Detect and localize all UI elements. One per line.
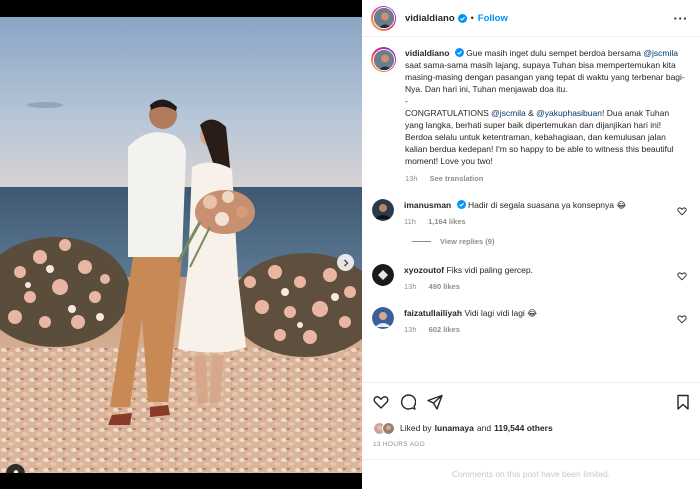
share-icon[interactable] xyxy=(427,394,443,410)
mention-link[interactable]: @jscmila xyxy=(643,48,678,58)
commenter-avatar[interactable] xyxy=(372,307,394,329)
post-details-panel: vidialdiano • Follow ··· vidialdiano Gue… xyxy=(362,0,700,489)
view-replies-button[interactable]: View replies (9) xyxy=(412,237,689,246)
post-photo[interactable] xyxy=(0,17,362,473)
caption-text: CONGRATULATIONS xyxy=(405,108,489,118)
next-photo-button[interactable] xyxy=(337,254,354,271)
wedding-photo xyxy=(0,17,362,473)
view-replies-label: View replies (9) xyxy=(440,237,495,246)
comment-likes[interactable]: 490 likes xyxy=(429,282,460,291)
commenter-avatar[interactable] xyxy=(372,264,394,286)
comment-body: xyozoutof Fiks vidi paling gercep. 13h 4… xyxy=(404,264,674,293)
comment-text: Vidi lagi vidi lagi 😂 xyxy=(464,308,538,318)
comment-item: xyozoutof Fiks vidi paling gercep. 13h 4… xyxy=(371,264,689,293)
author-username[interactable]: vidialdiano xyxy=(405,13,455,24)
comment-body: imanusman Hadir di segala suasana ya kon… xyxy=(404,199,674,228)
like-comment-heart-icon[interactable] xyxy=(677,314,687,324)
liked-by-others[interactable]: 119,544 others xyxy=(494,423,553,433)
post-header: vidialdiano • Follow ··· xyxy=(362,0,700,37)
caption-meta: 13h See translation xyxy=(405,173,689,185)
caption-body: vidialdiano Gue masih inget dulu sempet … xyxy=(405,47,689,185)
comment-text: Fiks vidi paling gercep. xyxy=(446,265,533,275)
comment-likes[interactable]: 602 likes xyxy=(429,325,460,334)
comment-text: Hadir di segala suasana ya konsepnya 😂 xyxy=(468,200,627,210)
see-translation-button[interactable]: See translation xyxy=(430,174,484,183)
comment-time[interactable]: 13h xyxy=(404,325,417,334)
user-tag-icon xyxy=(13,469,18,473)
verified-icon xyxy=(457,13,467,23)
comment-body: faizatullailiyah Vidi lagi vidi lagi 😂 1… xyxy=(404,307,674,336)
replies-line xyxy=(412,241,431,242)
separator-dot: • xyxy=(470,13,474,23)
comment-likes[interactable]: 1,164 likes xyxy=(428,217,466,226)
comment-time[interactable]: 11h xyxy=(404,217,416,226)
like-comment-heart-icon[interactable] xyxy=(677,206,687,216)
chevron-right-icon xyxy=(343,259,348,266)
verified-icon xyxy=(454,48,464,57)
caption-time[interactable]: 13h xyxy=(405,174,418,183)
bookmark-icon[interactable] xyxy=(675,394,691,410)
comment-username[interactable]: xyozoutof xyxy=(404,265,444,275)
comment-meta: 13h 602 likes xyxy=(404,324,674,336)
caption-amp: & xyxy=(528,108,534,118)
comments-limited-notice: Comments on this post have been limited. xyxy=(362,459,700,489)
comment-item: imanusman Hadir di segala suasana ya kon… xyxy=(371,199,689,228)
comment-meta: 11h 1,164 likes xyxy=(404,216,674,228)
comment-item: faizatullailiyah Vidi lagi vidi lagi 😂 1… xyxy=(371,307,689,336)
follow-button[interactable]: Follow xyxy=(478,13,508,24)
liked-by-and: and xyxy=(476,423,492,433)
caption: vidialdiano Gue masih inget dulu sempet … xyxy=(371,47,689,185)
mention-link[interactable]: @yakuphasibuan xyxy=(536,108,602,118)
caption-text: saat sama-sama masih lajang, supaya Tuha… xyxy=(405,60,685,94)
like-comment-heart-icon[interactable] xyxy=(677,271,687,281)
action-bar xyxy=(362,382,700,420)
caption-username[interactable]: vidialdiano xyxy=(405,48,449,58)
mention-link[interactable]: @jscmila xyxy=(491,108,526,118)
caption-text: Gue masih inget dulu sempet berdoa bersa… xyxy=(466,48,641,58)
likes-summary: Liked by lunamaya and 119,544 others xyxy=(373,420,553,436)
comment-username[interactable]: faizatullailiyah xyxy=(404,308,462,318)
comment-icon[interactable] xyxy=(400,394,416,410)
instagram-post-modal: vidialdiano • Follow ··· vidialdiano Gue… xyxy=(0,0,700,489)
comment-meta: 13h 490 likes xyxy=(404,281,674,293)
post-timestamp[interactable]: 13 HOURS AGO xyxy=(373,441,425,448)
commenter-avatar[interactable] xyxy=(372,199,394,221)
author-avatar[interactable] xyxy=(371,5,396,31)
caption-dash: - xyxy=(405,96,408,106)
liked-by-user[interactable]: lunamaya xyxy=(435,423,474,433)
liker-avatar[interactable] xyxy=(382,421,395,435)
comment-time[interactable]: 13h xyxy=(404,282,417,291)
verified-icon xyxy=(456,200,466,209)
more-options-icon[interactable]: ··· xyxy=(674,11,689,26)
comments-section: vidialdiano Gue masih inget dulu sempet … xyxy=(362,37,700,382)
caption-avatar[interactable] xyxy=(371,47,396,72)
liked-by-prefix: Liked by xyxy=(400,423,432,433)
comment-username[interactable]: imanusman xyxy=(404,200,451,210)
heart-icon[interactable] xyxy=(373,394,389,410)
